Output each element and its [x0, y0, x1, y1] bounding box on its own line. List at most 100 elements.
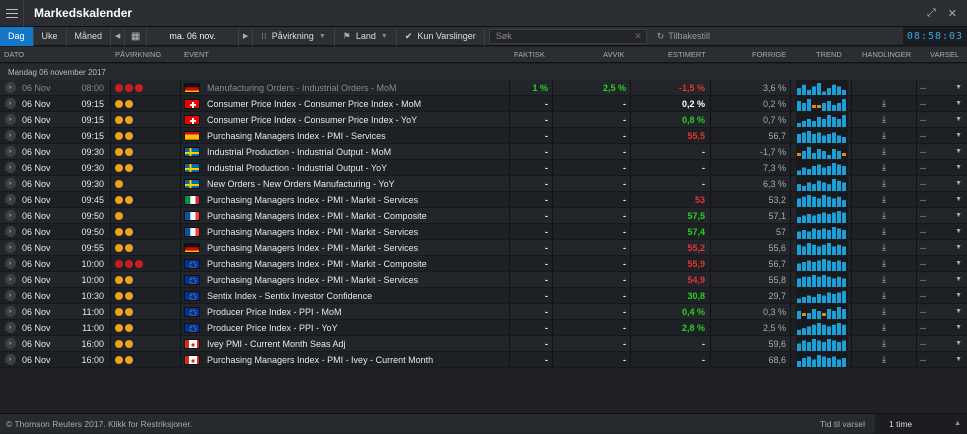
event-name[interactable]: Producer Price Index - PPI - MoM: [207, 304, 507, 319]
table-row[interactable]: › 06 Nov 09:15 Consumer Price Index - Co…: [0, 112, 967, 128]
alert-cell[interactable]: -- ▼: [920, 336, 962, 351]
event-name[interactable]: Ivey PMI - Current Month Seas Adj: [207, 336, 507, 351]
col-event[interactable]: EVENT: [184, 50, 209, 59]
alert-cell[interactable]: -- ▼: [920, 80, 962, 95]
tab-week[interactable]: Uke: [34, 26, 67, 46]
download-icon[interactable]: ⤓: [856, 96, 912, 111]
event-name[interactable]: Industrial Production - Industrial Outpu…: [207, 144, 507, 159]
alert-cell[interactable]: -- ▼: [920, 256, 962, 271]
alerts-only-toggle[interactable]: ✔ Kun Varslinger: [397, 26, 485, 46]
table-row[interactable]: › 06 Nov 16:00 Ivey PMI - Current Month …: [0, 336, 967, 352]
download-icon[interactable]: ⤓: [856, 320, 912, 335]
col-trend[interactable]: TREND: [816, 50, 842, 59]
next-date-icon[interactable]: ▶: [239, 26, 254, 46]
table-row[interactable]: › 06 Nov 09:55 Purchasing Managers Index…: [0, 240, 967, 256]
expand-row-icon[interactable]: ›: [3, 144, 17, 159]
event-name[interactable]: Purchasing Managers Index - PMI - Markit…: [207, 224, 507, 239]
download-icon[interactable]: ⤓: [856, 240, 912, 255]
alert-cell[interactable]: -- ▼: [920, 224, 962, 239]
event-name[interactable]: Purchasing Managers Index - PMI - Markit…: [207, 256, 507, 271]
event-name[interactable]: Purchasing Managers Index - PMI - Servic…: [207, 128, 507, 143]
expand-row-icon[interactable]: ›: [3, 240, 17, 255]
alert-cell[interactable]: -- ▼: [920, 320, 962, 335]
expand-row-icon[interactable]: ›: [3, 320, 17, 335]
expand-row-icon[interactable]: ›: [3, 336, 17, 351]
alert-cell[interactable]: -- ▼: [920, 208, 962, 223]
previous-date-icon[interactable]: ◀: [111, 26, 126, 46]
col-impact[interactable]: PÅVIRKNING: [115, 50, 161, 59]
tab-day[interactable]: Dag: [0, 26, 34, 46]
expand-row-icon[interactable]: ›: [3, 160, 17, 175]
event-name[interactable]: Consumer Price Index - Consumer Price In…: [207, 112, 507, 127]
expand-row-icon[interactable]: ›: [3, 288, 17, 303]
event-name[interactable]: Purchasing Managers Index - PMI - Markit…: [207, 272, 507, 287]
col-previous[interactable]: FORRIGE: [752, 50, 786, 59]
event-name[interactable]: Purchasing Managers Index - PMI - Ivey -…: [207, 352, 507, 367]
download-icon[interactable]: ⤓: [856, 256, 912, 271]
download-icon[interactable]: ⤓: [856, 128, 912, 143]
expand-row-icon[interactable]: ›: [3, 256, 17, 271]
alert-cell[interactable]: -- ▼: [920, 112, 962, 127]
alert-cell[interactable]: -- ▼: [920, 288, 962, 303]
download-icon[interactable]: ⤓: [856, 336, 912, 351]
col-date[interactable]: DATO: [4, 50, 24, 59]
table-row[interactable]: › 06 Nov 09:15 Purchasing Managers Index…: [0, 128, 967, 144]
alert-cell[interactable]: -- ▼: [920, 192, 962, 207]
download-icon[interactable]: ⤓: [856, 224, 912, 239]
col-alert[interactable]: VARSEL: [930, 50, 959, 59]
download-icon[interactable]: ⤓: [856, 272, 912, 287]
hamburger-menu-icon[interactable]: [0, 0, 24, 27]
col-actual[interactable]: FAKTISK: [514, 50, 545, 59]
event-name[interactable]: Purchasing Managers Index - PMI - Markit…: [207, 192, 507, 207]
col-actions[interactable]: HANDLINGER: [862, 50, 911, 59]
alert-cell[interactable]: -- ▼: [920, 128, 962, 143]
table-row[interactable]: › 06 Nov 09:45 Purchasing Managers Index…: [0, 192, 967, 208]
download-icon[interactable]: ⤓: [856, 144, 912, 159]
event-name[interactable]: Consumer Price Index - Consumer Price In…: [207, 96, 507, 111]
expand-row-icon[interactable]: ›: [3, 224, 17, 239]
table-row[interactable]: › 06 Nov 09:15 Consumer Price Index - Co…: [0, 96, 967, 112]
table-row[interactable]: › 06 Nov 08:00 Manufacturing Orders - In…: [0, 80, 967, 96]
expand-row-icon[interactable]: ›: [3, 304, 17, 319]
alert-cell[interactable]: -- ▼: [920, 96, 962, 111]
table-row[interactable]: › 06 Nov 09:30 Industrial Production - I…: [0, 160, 967, 176]
table-row[interactable]: › 06 Nov 09:50 Purchasing Managers Index…: [0, 224, 967, 240]
download-icon[interactable]: ⤓: [856, 160, 912, 175]
event-name[interactable]: New Orders - New Orders Manufacturing - …: [207, 176, 507, 191]
table-row[interactable]: › 06 Nov 16:00 Purchasing Managers Index…: [0, 352, 967, 368]
alert-cell[interactable]: -- ▼: [920, 352, 962, 367]
table-row[interactable]: › 06 Nov 10:00 Purchasing Managers Index…: [0, 272, 967, 288]
table-row[interactable]: › 06 Nov 11:00 Producer Price Index - PP…: [0, 304, 967, 320]
expand-row-icon[interactable]: ›: [3, 192, 17, 207]
expand-icon[interactable]: ⤢: [927, 7, 936, 20]
event-name[interactable]: Purchasing Managers Index - PMI - Markit…: [207, 208, 507, 223]
download-icon[interactable]: ⤓: [856, 208, 912, 223]
download-icon[interactable]: ⤓: [856, 352, 912, 367]
event-name[interactable]: Producer Price Index - PPI - YoY: [207, 320, 507, 335]
event-name[interactable]: Manufacturing Orders - Industrial Orders…: [207, 80, 507, 95]
search-input[interactable]: Søk ✕: [488, 28, 647, 44]
clear-search-icon[interactable]: ✕: [634, 31, 642, 42]
tab-month[interactable]: Måned: [67, 26, 112, 46]
download-icon[interactable]: ⤓: [856, 288, 912, 303]
country-filter-dropdown[interactable]: ⚑ Land ▼: [335, 26, 397, 46]
table-row[interactable]: › 06 Nov 11:00 Producer Price Index - PP…: [0, 320, 967, 336]
download-icon[interactable]: ⤓: [856, 112, 912, 127]
expand-row-icon[interactable]: ›: [3, 80, 17, 95]
expand-row-icon[interactable]: ›: [3, 112, 17, 127]
col-estimate[interactable]: ESTIMERT: [668, 50, 706, 59]
impact-filter-dropdown[interactable]: ⁝⁝ Påvirkning ▼: [253, 26, 335, 46]
reset-button[interactable]: ↻ Tilbakestill: [651, 27, 716, 46]
alert-cell[interactable]: -- ▼: [920, 176, 962, 191]
expand-row-icon[interactable]: ›: [3, 176, 17, 191]
col-deviation[interactable]: AVVIK: [603, 50, 625, 59]
close-icon[interactable]: ✕: [948, 7, 957, 20]
calendar-icon[interactable]: ▦: [125, 26, 148, 46]
expand-row-icon[interactable]: ›: [3, 128, 17, 143]
event-name[interactable]: Sentix Index - Sentix Investor Confidenc…: [207, 288, 507, 303]
expand-row-icon[interactable]: ›: [3, 352, 17, 367]
table-row[interactable]: › 06 Nov 09:30 Industrial Production - I…: [0, 144, 967, 160]
table-row[interactable]: › 06 Nov 09:50 Purchasing Managers Index…: [0, 208, 967, 224]
table-row[interactable]: › 06 Nov 10:30 Sentix Index - Sentix Inv…: [0, 288, 967, 304]
alert-cell[interactable]: -- ▼: [920, 160, 962, 175]
